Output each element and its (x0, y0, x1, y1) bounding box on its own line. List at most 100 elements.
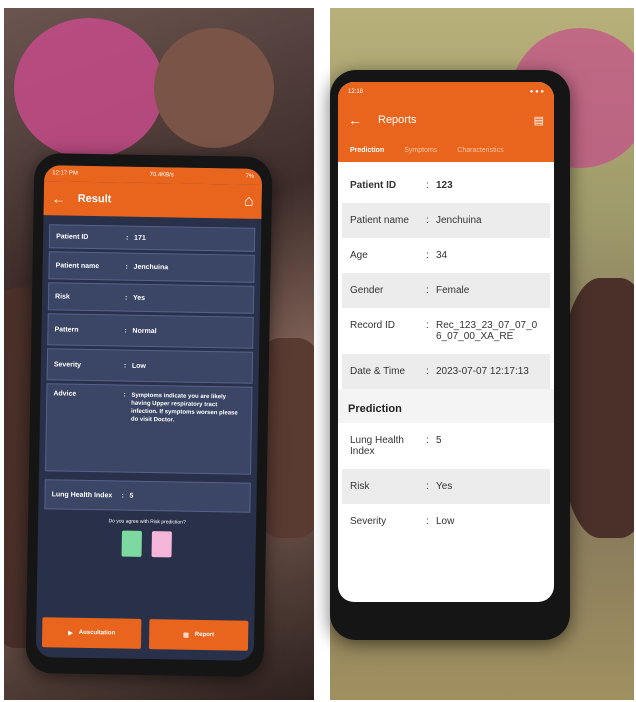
row-value: 123 (436, 180, 453, 191)
colon: : (123, 362, 127, 370)
row-value: Yes (132, 294, 146, 302)
colon: : (126, 234, 129, 242)
report-row-date-time: Date & Time:2023-07-07 12:17:13 (342, 354, 550, 389)
agree-button[interactable] (121, 530, 142, 557)
page-title: Result (77, 192, 112, 206)
result-row-lung-health-index: Lung Health Index:5 (44, 479, 251, 513)
vote-buttons (38, 529, 256, 559)
row-value: 34 (436, 250, 448, 261)
report-label: Report (194, 631, 215, 639)
disagree-button[interactable] (151, 531, 172, 558)
row-label: Record ID (350, 320, 396, 331)
row-value: Yes (436, 481, 453, 492)
play-icon: ▶ (68, 630, 73, 637)
colon: : (124, 294, 128, 302)
colon: : (426, 215, 429, 226)
colon: : (426, 516, 429, 527)
row-value: Low (131, 362, 146, 370)
tab-bar: Prediction Symptoms Characteristics (338, 138, 554, 162)
colon: : (426, 481, 429, 492)
status-icons: ● ● ● (529, 89, 544, 95)
status-battery: 7% (245, 173, 255, 180)
tab-characteristics[interactable]: Characteristics (457, 147, 503, 154)
colon: : (426, 180, 429, 191)
prediction-row-risk: Risk: Yes (342, 469, 550, 504)
row-value: 171 (134, 234, 146, 242)
colon: : (426, 435, 429, 446)
result-screen: 12:17 PM 70.4KB/s 7% ← Result ⌂ Patient … (35, 165, 263, 661)
result-row-pattern: Pattern: Normal (47, 313, 254, 349)
action-buttons: ▶ Auscultation ▤ Report (41, 617, 249, 651)
row-value: 2023-07-07 12:17:13 (436, 366, 529, 377)
result-row-patient-name: Patient name: Jenchuina (48, 251, 255, 283)
row-label: Severity (350, 516, 387, 527)
phone-left: 12:17 PM 70.4KB/s 7% ← Result ⌂ Patient … (25, 152, 273, 678)
home-icon[interactable]: ⌂ (244, 193, 254, 211)
report-row-patient-id: Patient ID:123 (342, 168, 550, 203)
colon: : (426, 320, 429, 331)
report-button[interactable]: ▤ Report (148, 619, 249, 651)
row-value: Jenchuina (436, 215, 482, 226)
row-value: Jenchuina (133, 263, 169, 271)
phone-right: 12:18 ● ● ● ← Reports ▤ Prediction Sympt… (330, 70, 570, 640)
risk-question: Do you agree with Risk prediction? (108, 518, 186, 526)
app-bar: ← Result ⌂ (43, 181, 263, 219)
back-arrow-icon[interactable]: ← (348, 112, 362, 128)
status-time: 12:17 PM (52, 170, 78, 177)
page-title: Reports (378, 114, 417, 126)
row-label: Risk (350, 481, 370, 492)
status-bar: 12:18 ● ● ● (338, 82, 554, 102)
status-network: 70.4KB/s (149, 171, 174, 179)
auscultation-button[interactable]: ▶ Auscultation (41, 617, 142, 649)
report-icon: ▤ (183, 632, 189, 639)
row-value: Symptoms indicate you are likely having … (130, 392, 238, 424)
row-label: Patient name (55, 261, 100, 270)
colon: : (124, 327, 127, 335)
hand (560, 278, 634, 538)
row-value: Rec_123_23_07_07_06_07_00_XA_RE (436, 320, 538, 342)
report-row-record-id: Record ID: Rec_123_23_07_07_06_07_00_XA_R… (342, 308, 550, 354)
report-row-patient-name: Patient name: Jenchuina (342, 203, 550, 238)
section-heading-prediction: Prediction (338, 389, 554, 423)
back-arrow-icon[interactable]: ← (52, 190, 66, 206)
result-row-patient-id: Patient ID:171 (48, 224, 256, 252)
row-value: 5 (436, 435, 442, 446)
reports-screen: 12:18 ● ● ● ← Reports ▤ Prediction Sympt… (338, 82, 554, 602)
tab-symptoms[interactable]: Symptoms (404, 147, 437, 154)
document-icon[interactable]: ▤ (534, 114, 544, 127)
row-label: Lung Health Index (51, 490, 113, 499)
row-value: Female (436, 285, 470, 296)
row-label: Patient ID (350, 180, 397, 191)
report-row-gender: Gender: Female (342, 273, 550, 308)
row-label: Date & Time (350, 366, 406, 377)
row-label: Lung Health Index (350, 435, 404, 457)
status-time: 12:18 (348, 89, 364, 95)
background-shape (154, 28, 274, 148)
row-label: Pattern (54, 325, 79, 334)
colon: : (426, 366, 429, 377)
row-value: Low (436, 516, 455, 527)
result-row-severity: Severity: Low (46, 348, 254, 384)
app-bar: ← Reports ▤ (338, 102, 554, 138)
row-label: Advice (53, 390, 77, 398)
row-label: Patient ID (56, 232, 89, 241)
colon: : (125, 263, 128, 271)
colon: : (121, 492, 124, 500)
prediction-row-lung-health-index: Lung Health Index:5 (342, 423, 550, 469)
prediction-row-severity: Severity: Low (342, 504, 550, 539)
background-shape (14, 18, 164, 158)
report-row-age: Age:34 (342, 238, 550, 273)
result-row-risk: Risk: Yes (47, 282, 255, 314)
row-label: Risk (54, 292, 70, 301)
row-value: 5 (129, 492, 134, 500)
row-label: Patient name (350, 215, 409, 226)
row-label: Severity (53, 360, 82, 369)
colon: : (426, 285, 429, 296)
row-label: Gender (350, 285, 384, 296)
row-label: Age (350, 250, 368, 261)
colon: : (123, 391, 126, 399)
colon: : (426, 250, 429, 261)
tab-prediction[interactable]: Prediction (350, 147, 384, 154)
row-value: Normal (132, 327, 157, 335)
result-row-advice: Advice: Symptoms indicate you are likely … (45, 383, 253, 475)
